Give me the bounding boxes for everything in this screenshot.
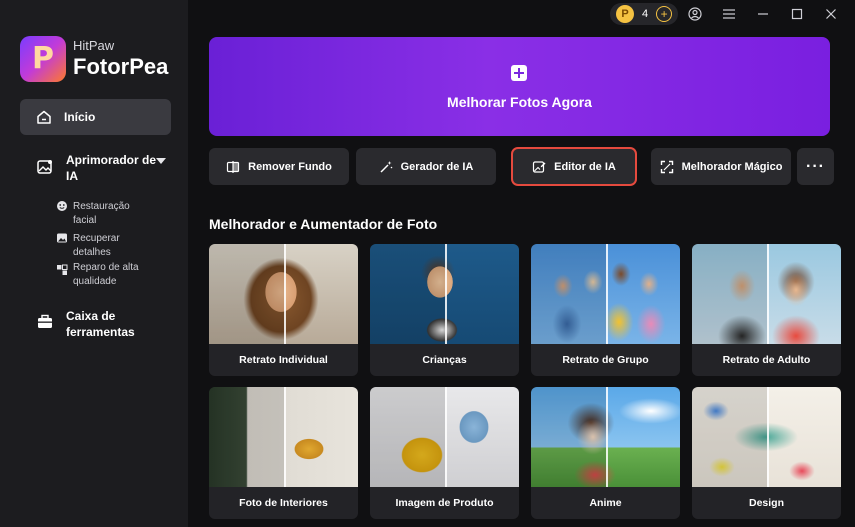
card-image <box>531 387 680 487</box>
card-label: Design <box>748 497 784 509</box>
expand-icon <box>660 160 673 173</box>
sidebar-item-toolbox[interactable]: Caixa de ferramentas <box>36 308 156 340</box>
tool-label: Editor de IA <box>554 160 616 173</box>
enhance-photos-label: Melhorar Fotos Agora <box>447 94 592 110</box>
ai-image-icon <box>37 160 52 174</box>
card-image <box>370 244 519 344</box>
enhance-photos-banner[interactable]: Melhorar Fotos Agora <box>209 37 830 136</box>
product-name: FotorPea <box>73 54 169 79</box>
section-title: Melhorador e Aumentador de Foto <box>209 216 438 232</box>
sidebar-item-face-restoration[interactable]: Restauração facial <box>56 200 153 228</box>
ai-generator-button[interactable]: Gerador de IA <box>356 148 496 185</box>
sidebar-item-home[interactable]: Início <box>20 99 171 135</box>
minimize-button[interactable] <box>746 8 780 20</box>
sidebar-item-label: Restauração facial <box>73 201 130 226</box>
card-group-portrait[interactable]: Retrato de Grupo <box>531 244 680 376</box>
toolbox-icon <box>38 314 52 328</box>
close-icon <box>826 9 837 19</box>
coin-icon: P <box>616 5 634 23</box>
card-label: Crianças <box>422 354 467 366</box>
maximize-button[interactable] <box>780 8 814 20</box>
tool-label: Gerador de IA <box>400 160 474 173</box>
add-coins-icon[interactable]: + <box>656 6 673 22</box>
card-label: Retrato de Adulto <box>722 354 811 366</box>
logo-icon: P <box>20 36 66 82</box>
tool-label: Remover Fundo <box>248 160 332 173</box>
ai-editor-button[interactable]: Editor de IA <box>511 147 637 186</box>
card-anime[interactable]: Anime <box>531 387 680 519</box>
menu-icon <box>723 9 736 19</box>
card-image <box>692 387 841 487</box>
sidebar-item-enhancer[interactable]: Aprimorador de IA <box>36 152 176 184</box>
chevron-down-icon[interactable] <box>156 158 166 164</box>
card-label: Anime <box>589 497 622 509</box>
card-image <box>209 244 358 344</box>
sidebar-item-label: Aprimorador de IA <box>66 153 157 183</box>
tool-label: Melhorador Mágico <box>681 160 783 173</box>
sidebar-item-high-quality-repair[interactable]: Reparo de alta qualidade <box>56 261 153 289</box>
card-children[interactable]: Crianças <box>370 244 519 376</box>
face-icon <box>57 201 67 211</box>
menu-button[interactable] <box>712 8 746 20</box>
sidebar-item-label: Reparo de alta qualidade <box>73 262 139 287</box>
card-label: Retrato Individual <box>239 354 328 366</box>
sidebar-item-recover-details[interactable]: Recuperar detalhes <box>56 232 153 260</box>
card-label: Foto de Interiores <box>239 497 328 509</box>
image-edit-icon <box>533 160 546 173</box>
maximize-icon <box>792 8 803 20</box>
card-adult-portrait[interactable]: Retrato de Adulto <box>692 244 841 376</box>
plus-icon <box>511 65 527 81</box>
more-icon: ··· <box>806 157 825 175</box>
more-options-button[interactable]: ··· <box>797 148 834 185</box>
card-image <box>370 387 519 487</box>
brand-name: HitPaw <box>73 38 115 53</box>
title-bar: P 4 + <box>610 0 848 28</box>
card-image <box>692 244 841 344</box>
sidebar-item-label: Caixa de ferramentas <box>66 309 135 339</box>
card-design[interactable]: Design <box>692 387 841 519</box>
sidebar: P HitPaw FotorPea Início Aprimorador de … <box>0 0 188 527</box>
card-label: Imagem de Produto <box>395 497 494 509</box>
sidebar-item-label: Recuperar detalhes <box>73 233 120 258</box>
coin-balance[interactable]: P 4 + <box>610 3 679 25</box>
account-button[interactable] <box>678 7 712 21</box>
coin-count: 4 <box>642 8 649 20</box>
home-icon <box>37 110 51 124</box>
card-label: Retrato de Grupo <box>562 354 649 366</box>
image-icon <box>57 233 67 243</box>
magic-wand-icon <box>380 160 392 173</box>
app-logo: P HitPaw FotorPea <box>20 36 168 82</box>
repair-icon <box>57 264 68 275</box>
remove-background-button[interactable]: Remover Fundo <box>209 148 349 185</box>
card-interior-photo[interactable]: Foto de Interiores <box>209 387 358 519</box>
sidebar-item-label: Início <box>64 110 96 124</box>
card-product-image[interactable]: Imagem de Produto <box>370 387 519 519</box>
user-icon <box>688 7 702 21</box>
card-image <box>209 387 358 487</box>
close-button[interactable] <box>814 8 848 20</box>
card-individual-portrait[interactable]: Retrato Individual <box>209 244 358 376</box>
card-image <box>531 244 680 344</box>
remove-bg-icon <box>227 160 240 173</box>
magic-enhancer-button[interactable]: Melhorador Mágico <box>651 148 791 185</box>
minimize-icon <box>758 13 769 15</box>
